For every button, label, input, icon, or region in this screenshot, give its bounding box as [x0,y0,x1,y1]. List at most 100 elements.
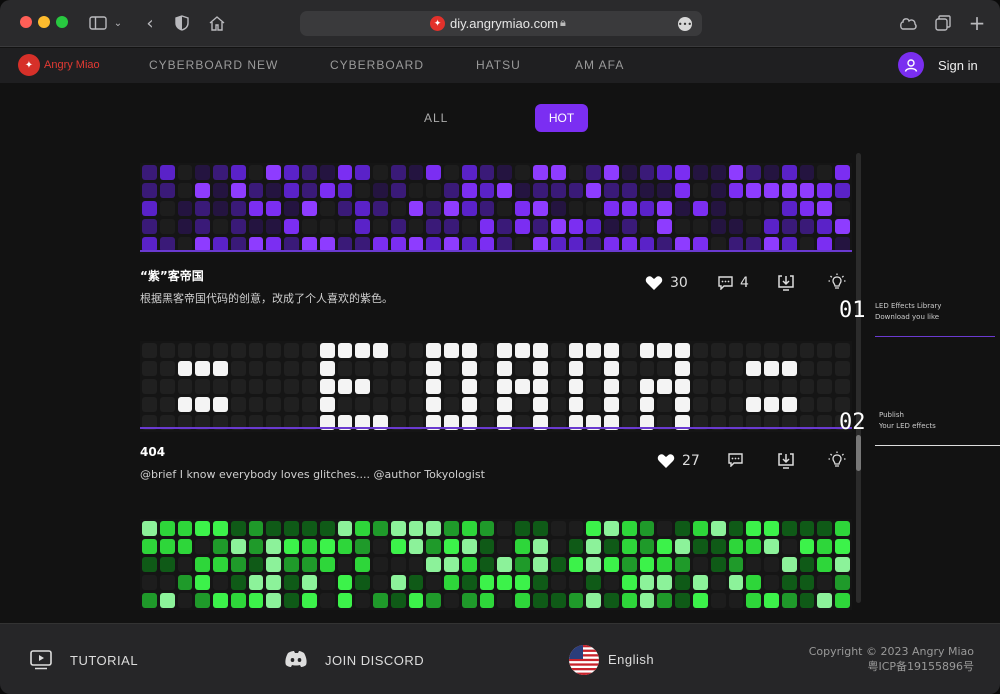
effect-title[interactable]: 404 [140,445,165,459]
led-cell [657,201,673,216]
icp-link[interactable]: 粤ICP备19155896号 [809,659,974,674]
led-cell [408,593,424,608]
led-cell [533,201,548,216]
led-cell [586,539,602,554]
us-flag-icon[interactable] [569,645,599,675]
download-icon[interactable] [777,452,795,470]
led-cell [604,593,619,608]
led-cell [284,521,299,536]
discord-icon[interactable] [284,650,308,668]
led-cell [213,201,228,216]
led-cell [230,201,246,216]
like-button[interactable]: 27 [657,453,700,469]
led-cell [248,379,264,394]
led-cell [461,165,477,180]
led-preview-purple[interactable] [140,163,852,254]
scrollbar-track[interactable] [856,153,861,603]
led-cell [355,379,371,394]
led-cell [604,201,619,216]
led-cell [159,521,175,536]
led-cell [355,183,371,198]
led-cell [799,343,815,358]
led-cell [319,575,335,590]
led-cell [355,361,371,376]
nav-cyberboard[interactable]: CYBERBOARD [330,58,424,72]
led-cell [746,361,762,376]
cloud-icon[interactable] [896,11,920,35]
led-cell [621,575,637,590]
led-cell [444,219,459,234]
led-cell [621,557,637,572]
led-cell [195,593,211,608]
led-cell [764,557,779,572]
comment-button[interactable] [728,453,750,467]
led-cell [142,521,157,536]
tabs-overview-icon[interactable] [931,11,955,35]
led-cell [675,521,691,536]
effect-title[interactable]: “紫”客帝国 [140,267,204,284]
led-cell [266,201,282,216]
chevron-down-icon[interactable]: ⌄ [110,11,126,35]
led-cell [657,165,673,180]
led-cell [337,343,353,358]
sidebar-toggle-icon[interactable] [86,11,110,35]
nav-hatsu[interactable]: HATSU [476,58,521,72]
nav-cyberboard-new[interactable]: CYBERBOARD NEW [149,58,278,72]
led-cell [301,165,317,180]
led-cell [266,397,282,412]
more-options-icon[interactable]: ••• [678,17,692,31]
led-cell [373,165,388,180]
led-cell [479,593,495,608]
tutorial-link[interactable]: TUTORIAL [70,653,138,668]
shield-icon[interactable] [170,11,194,35]
sign-in-link[interactable]: Sign in [938,58,978,73]
tutorial-icon[interactable] [30,650,52,670]
led-cell [373,593,388,608]
like-button[interactable]: 30 [645,275,688,291]
led-cell [515,361,531,376]
led-cell [639,201,655,216]
comment-button[interactable]: 4 [718,275,749,291]
led-cell [142,397,157,412]
led-cell [142,165,157,180]
led-cell [621,379,637,394]
new-tab-icon[interactable]: + [965,11,989,35]
home-icon[interactable] [205,11,229,35]
zoom-window-button[interactable] [56,16,68,28]
led-preview-green[interactable] [140,519,852,610]
led-cell [604,539,619,554]
led-cell [639,343,655,358]
led-preview-404[interactable] [140,341,852,432]
led-cell [746,183,762,198]
apply-light-icon[interactable] [828,451,846,470]
download-icon[interactable] [777,274,795,292]
led-cell [817,343,833,358]
led-cell [728,165,744,180]
led-cell [746,201,762,216]
address-bar[interactable]: ✦ diy.angrymiao.com 🔒︎ ••• [300,11,702,36]
back-icon[interactable]: ‹ [138,11,162,35]
led-cell [835,521,850,536]
scrollbar-thumb[interactable] [856,435,861,471]
step-line: LED Effects Library [875,302,942,310]
led-cell [639,219,655,234]
led-cell [693,219,708,234]
user-avatar-icon[interactable] [898,52,924,78]
led-cell [479,557,495,572]
led-cell [764,361,779,376]
led-cell [177,397,193,412]
led-cell [621,397,637,412]
close-window-button[interactable] [20,16,32,28]
join-discord-link[interactable]: JOIN DISCORD [325,653,424,668]
led-cell [604,165,619,180]
minimize-window-button[interactable] [38,16,50,28]
led-cell [159,361,175,376]
site-logo[interactable]: ✦ Angry Miao [18,54,100,76]
filter-tab-all[interactable]: ALL [424,111,448,125]
led-cell [550,379,566,394]
language-selector[interactable]: English [608,652,654,667]
led-cell [408,343,424,358]
nav-am-afa[interactable]: AM AFA [575,58,624,72]
apply-light-icon[interactable] [828,273,846,292]
filter-tab-hot[interactable]: HOT [535,104,588,132]
